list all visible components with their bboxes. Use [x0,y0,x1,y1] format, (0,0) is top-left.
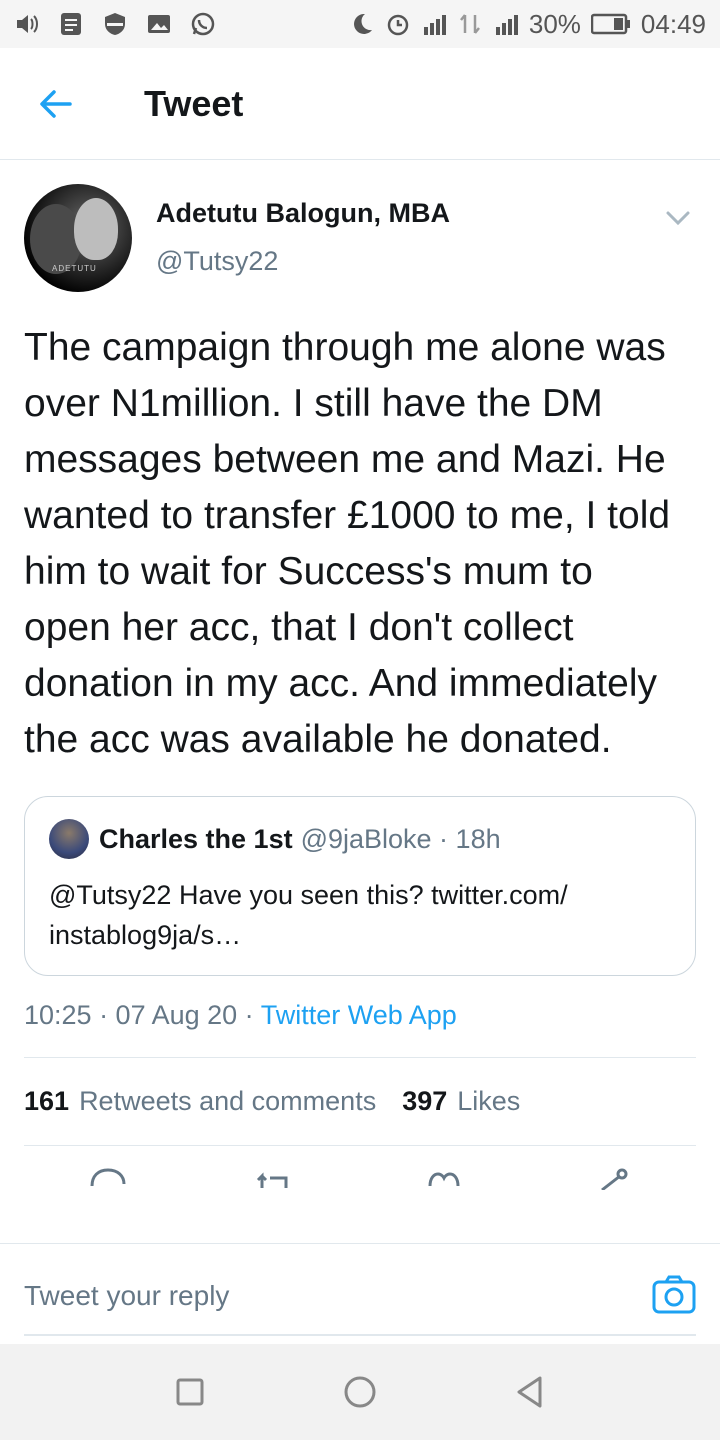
tweet-text: The campaign through me alone was over N… [24,326,671,761]
alarm-icon [387,14,409,36]
reply-input[interactable]: Tweet your reply [24,1264,696,1336]
quoted-author-name: Charles the 1st [99,823,293,854]
tweet-actions [24,1146,696,1190]
document-icon [61,13,81,35]
quoted-tweet-text: @Tutsy22 Have you seen this? twitter.com… [49,880,568,950]
tweet-source-link[interactable]: Twitter Web App [261,1000,457,1030]
tweet-detail: ADETUTU Adetutu Balogun, MBA @Tutsy22 Th… [0,160,720,1190]
reply-placeholder: Tweet your reply [24,1280,230,1311]
whatsapp-icon [191,12,215,36]
retweets-count[interactable]: 161 [24,1086,69,1117]
shield-icon [105,13,125,35]
signal-icon [495,15,518,35]
tweet-author: ADETUTU Adetutu Balogun, MBA @Tutsy22 [24,160,696,310]
back-nav-button[interactable] [510,1372,550,1412]
system-nav-bar [0,1344,720,1440]
tweet-stats: 161 Retweets and comments 397 Likes [24,1058,696,1146]
battery-percent: 30% [528,8,581,39]
signal-icon [423,15,446,35]
likes-label[interactable]: Likes [457,1086,520,1117]
avatar [49,819,89,859]
clock: 04:49 [640,8,706,39]
status-bar: 30% 04:49 [0,0,720,48]
comment-icon[interactable] [88,1162,128,1190]
chevron-down-icon[interactable] [660,200,696,236]
retweet-icon[interactable] [256,1162,296,1190]
share-icon[interactable] [592,1162,632,1190]
home-button[interactable] [340,1372,380,1412]
square-icon [176,1378,204,1406]
page-title: Tweet [144,82,244,124]
circle-icon [344,1376,376,1408]
volume-icon [17,15,38,33]
author-name[interactable]: Adetutu Balogun, MBA [156,198,450,229]
back-button[interactable] [20,68,92,140]
arrow-left-icon [40,89,72,118]
moon-icon [353,13,372,34]
battery-icon [590,13,630,35]
likes-count[interactable]: 397 [402,1086,447,1117]
heart-icon[interactable] [424,1162,464,1190]
avatar[interactable]: ADETUTU [24,184,132,292]
app-header: Tweet [0,48,720,160]
triangle-back-icon [517,1376,542,1408]
author-handle[interactable]: @Tutsy22 [156,246,278,277]
reply-bar: Tweet your reply [0,1243,720,1343]
tweet-time: 10:25 · 07 Aug 20 · [24,1000,261,1030]
data-transfer-icon [459,14,480,34]
quoted-author-meta: @9jaBloke · 18h [300,823,501,854]
quoted-tweet[interactable]: Charles the 1st @9jaBloke · 18h @Tutsy22… [24,796,696,976]
retweets-label[interactable]: Retweets and comments [79,1086,376,1117]
image-icon [148,15,170,33]
camera-icon[interactable] [652,1274,696,1314]
recents-button[interactable] [170,1372,210,1412]
tweet-timestamp: 10:25 · 07 Aug 20 · Twitter Web App [24,1000,696,1058]
